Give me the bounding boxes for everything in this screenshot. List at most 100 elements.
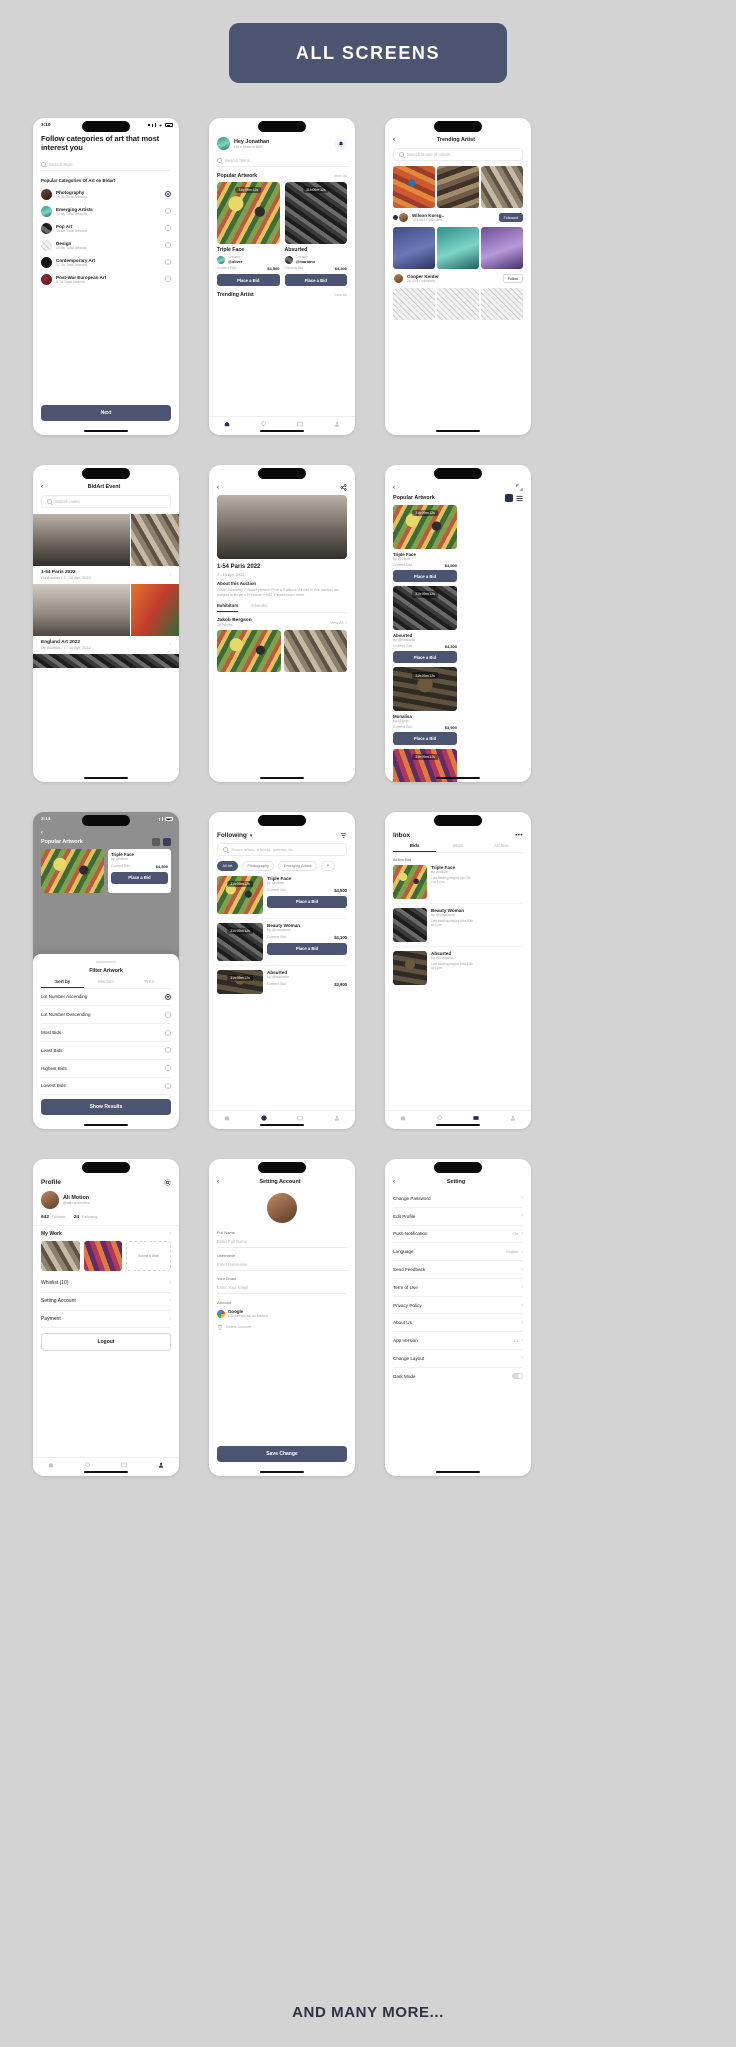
event-card[interactable]: 1-54 Paris 2022 On Auction / 7 - 10 Apr,… — [33, 514, 179, 584]
setting-row-push-notification[interactable]: Push Notification On › — [393, 1226, 523, 1244]
place-bid-button[interactable]: Place a Bid — [284, 274, 347, 287]
setting-row-app-version[interactable]: App Version 4.1 › — [393, 1332, 523, 1351]
setting-row-language[interactable]: Language English › — [393, 1243, 523, 1262]
tab-price[interactable]: Price — [128, 979, 171, 988]
option-radio[interactable] — [165, 1082, 171, 1089]
inbox-item[interactable]: Beauty Woman by @mantunis Low bidding be… — [393, 904, 523, 947]
artwork-card[interactable]: 31h:09m:12s Triple Face by @oliver Curre… — [393, 505, 457, 583]
notification-button[interactable] — [335, 137, 347, 150]
category-radio[interactable] — [165, 191, 171, 198]
menu-row-whislist[interactable]: Whislist (10) › — [41, 1275, 171, 1293]
back-button[interactable]: ‹ — [393, 485, 395, 491]
search-input[interactable]: Search event — [41, 495, 171, 508]
following-stat[interactable]: 24 Following — [74, 1214, 98, 1220]
artwork-card-info[interactable]: Triple Face by @oliver Current Bid $4,50… — [107, 849, 171, 893]
artist-artwork[interactable] — [481, 227, 523, 269]
filter-option[interactable]: Most Bids — [41, 1024, 171, 1042]
tab-sort-by[interactable]: Sort by — [41, 979, 85, 988]
setting-row-term-of-use[interactable]: Term of Use › — [393, 1279, 523, 1297]
gear-icon[interactable] — [164, 1179, 171, 1186]
follow-button[interactable]: Follow — [502, 273, 523, 284]
next-button[interactable]: Next — [41, 405, 171, 421]
filter-icon[interactable] — [163, 838, 171, 846]
profile-tab-icon[interactable] — [158, 1462, 164, 1468]
inbox-tab-icon[interactable] — [297, 421, 304, 427]
save-change-button[interactable]: Save Change — [217, 1446, 347, 1462]
category-radio[interactable] — [165, 225, 171, 232]
option-radio[interactable] — [165, 1047, 171, 1054]
dark-mode-toggle[interactable] — [512, 1373, 523, 1380]
back-button[interactable]: ‹ — [41, 830, 43, 836]
following-item[interactable]: 31h:09m:12s Beauty Woman by @mantunis Cu… — [217, 919, 347, 966]
delete-account-row[interactable]: Delete Account — [217, 1322, 347, 1330]
tab-medium[interactable]: Medium — [84, 979, 127, 988]
setting-row-change-layout[interactable]: Change Layout › — [393, 1350, 523, 1368]
search-input[interactable]: Search Items.. — [217, 155, 347, 167]
menu-row-setting-account[interactable]: Setting Account › — [41, 1293, 171, 1311]
category-row[interactable]: Photography 19.5k Total Artwork — [41, 186, 171, 203]
profile-tab-icon[interactable] — [334, 421, 340, 427]
artwork-card[interactable] — [41, 849, 104, 893]
chevron-down-icon[interactable]: ▾ — [250, 833, 253, 839]
back-button[interactable]: ‹ — [217, 485, 219, 491]
chip-emerging-artists[interactable]: Emerging Artists — [278, 861, 318, 871]
logout-button[interactable]: Logout — [41, 1333, 171, 1352]
option-radio[interactable] — [165, 1029, 171, 1036]
sheet-handle[interactable] — [96, 961, 116, 963]
tab-inbox[interactable]: Inbox — [436, 843, 479, 852]
setting-row-change-password[interactable]: Change Password › — [393, 1190, 523, 1208]
followers-stat[interactable]: 642 Follower — [41, 1214, 66, 1220]
filter-option[interactable]: Lot Number Ascending — [41, 989, 171, 1007]
more-horizontal-icon[interactable]: ••• — [515, 833, 523, 839]
setting-row-dark-mode[interactable]: Dark Mode — [393, 1368, 523, 1385]
category-row[interactable]: Pop Art 16.6k Total Artwork — [41, 220, 171, 237]
place-bid-button[interactable]: Place a Bid — [267, 895, 347, 908]
artist-artwork[interactable] — [393, 227, 435, 269]
artist-artwork[interactable] — [437, 288, 479, 320]
filter-icon[interactable] — [340, 832, 347, 839]
tab-artworks[interactable]: Artworks — [250, 603, 267, 612]
option-radio[interactable] — [165, 1065, 171, 1072]
inbox-item[interactable]: Absurted by @mariano Low bidding begins … — [393, 947, 523, 989]
work-thumb[interactable] — [41, 1241, 80, 1271]
share-icon[interactable] — [340, 484, 347, 491]
home-tab-icon[interactable] — [224, 1115, 230, 1121]
place-bid-button[interactable]: Place a Bid — [393, 570, 457, 583]
following-item[interactable]: 31h:09m:12s Absurted by @mariano Current… — [217, 966, 347, 994]
filter-option[interactable]: Lowest Bids — [41, 1078, 171, 1096]
work-thumb[interactable] — [83, 1241, 123, 1271]
setting-row-about-us[interactable]: About Us › — [393, 1314, 523, 1333]
email-input[interactable]: Enter Your Email — [217, 1281, 347, 1294]
google-account-row[interactable]: Google Connected as Ali Motion — [217, 1305, 347, 1322]
chip-photography[interactable]: Photography — [241, 861, 275, 871]
tab-bids[interactable]: Bids — [393, 843, 437, 852]
filter-option[interactable]: Least Bids — [41, 1042, 171, 1060]
artist-artwork[interactable] — [481, 288, 523, 320]
view-all-link[interactable]: View All — [330, 621, 343, 625]
list-view-icon[interactable] — [516, 495, 523, 502]
artist-artwork[interactable] — [393, 288, 435, 320]
category-row[interactable]: Emerging Artists 12.6k Total Artwork — [41, 203, 171, 220]
category-radio[interactable] — [165, 259, 171, 266]
event-card[interactable]: England Art 2022 On Auction / 7 - 10 Apr… — [33, 584, 179, 654]
inbox-tab-icon[interactable] — [473, 1115, 479, 1121]
category-row[interactable]: Post-War European Art 8.7k Total Artwork — [41, 271, 171, 288]
home-tab-icon[interactable] — [400, 1115, 406, 1121]
chip-more[interactable]: P — [321, 861, 335, 871]
full-name-input[interactable]: Enter Full Name — [217, 1235, 347, 1248]
artist-artwork[interactable] — [393, 166, 435, 208]
inbox-tab-icon[interactable] — [121, 1462, 128, 1468]
follow-button[interactable]: Followed — [498, 212, 523, 223]
view-all-link[interactable]: View All — [334, 174, 347, 178]
profile-tab-icon[interactable] — [334, 1115, 340, 1121]
artwork-card[interactable]: 31h:09m:12s Triple Face Creator @oliver — [217, 182, 280, 287]
avatar[interactable] — [217, 137, 230, 150]
setting-row-send-feedback[interactable]: Send Feedback › — [393, 1261, 523, 1279]
tab-exhibitors[interactable]: Exhibitors — [217, 603, 239, 613]
category-radio[interactable] — [165, 242, 171, 249]
category-radio[interactable] — [165, 276, 171, 283]
option-radio[interactable] — [165, 993, 171, 1000]
search-tab-icon[interactable] — [437, 1115, 443, 1121]
tab-archive[interactable]: Archive — [480, 843, 523, 852]
search-input[interactable]: Search Style — [41, 159, 171, 171]
